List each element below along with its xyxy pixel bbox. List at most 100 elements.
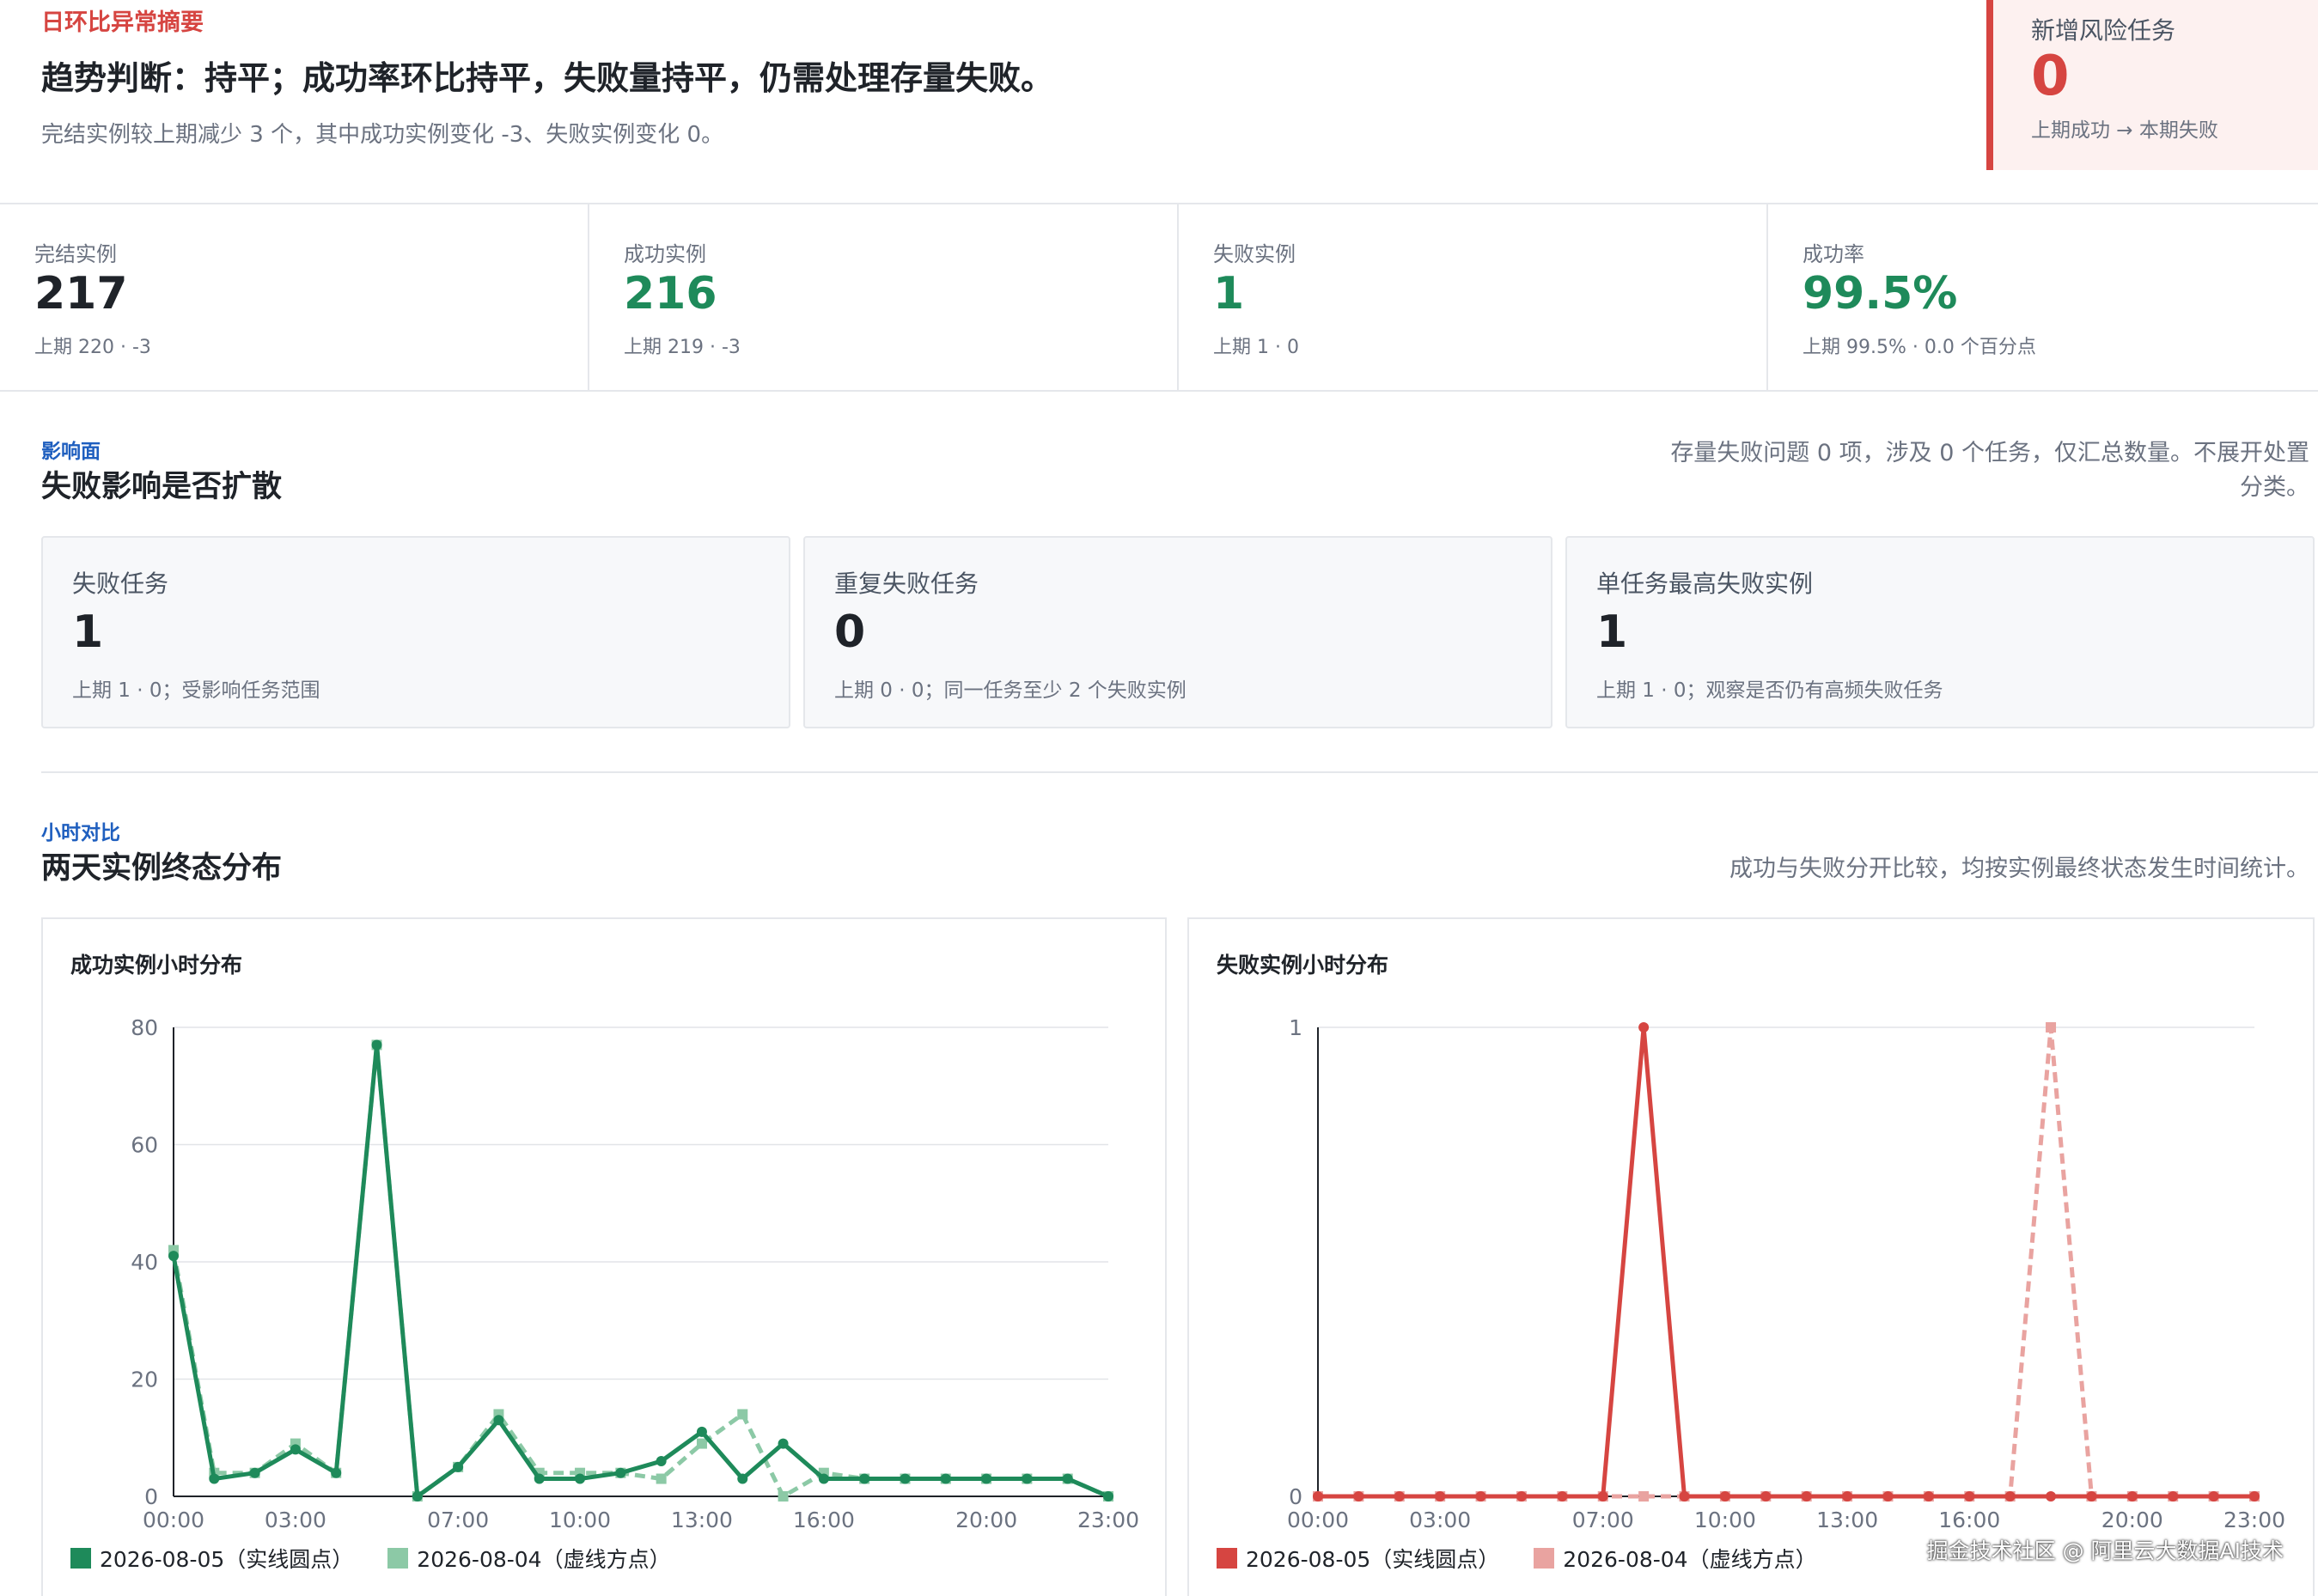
legend-label: 2026-08-04（虚线方点） <box>1563 1547 1817 1572</box>
kpi-failed: 失败实例 1 上期 1 · 0 <box>1179 204 1768 390</box>
kpi-label: 成功率 <box>1803 242 1864 266</box>
new-risk-value: 0 <box>2031 45 2070 108</box>
data-point <box>1679 1491 1690 1502</box>
y-tick-label: 1 <box>1289 1015 1302 1040</box>
kpi-sub: 上期 99.5% · 0.0 个百分点 <box>1803 337 2036 358</box>
success-hourly-chart: 0 20 40 60 80 00:00 03:00 07:00 10:00 13:00 16:00 2… <box>131 1015 1139 1532</box>
data-point <box>1353 1491 1364 1502</box>
y-tick-label: 20 <box>131 1368 158 1392</box>
legend-item[interactable]: 2026-08-04（虚线方点） <box>387 1543 671 1574</box>
x-tick-label: 23:00 <box>1077 1508 1139 1532</box>
impact-note-line2: 分类。 <box>2240 474 2309 501</box>
data-point <box>209 1473 220 1484</box>
legend-swatch <box>387 1548 409 1569</box>
y-tick-label: 80 <box>131 1015 158 1040</box>
data-point <box>778 1491 789 1502</box>
impact-note-line1: 存量失败问题 0 项，涉及 0 个任务，仅汇总数量。不展开处置 <box>1670 440 2309 466</box>
kpi-success: 成功实例 216 上期 219 · -3 <box>589 204 1179 390</box>
data-point <box>818 1473 829 1484</box>
x-tick-label: 10:00 <box>549 1508 611 1532</box>
impact-card-label: 单任务最高失败实例 <box>1596 570 1814 598</box>
summary-eyebrow: 日环比异常摘要 <box>41 9 204 36</box>
kpi-label: 成功实例 <box>624 242 706 266</box>
x-tick-label: 07:00 <box>427 1508 489 1532</box>
impact-card-repeat-failed: 重复失败任务 0 上期 0 · 0；同一任务至少 2 个失败实例 <box>803 536 1552 728</box>
kpi-sub: 上期 219 · -3 <box>624 337 741 358</box>
data-point <box>1638 1491 1650 1502</box>
data-point <box>168 1251 179 1262</box>
impact-card-failed-tasks: 失败任务 1 上期 1 · 0；受影响任务范围 <box>41 536 790 728</box>
summary-header: 日环比异常摘要 趋势判断：持平；成功率环比持平，失败量持平，仍需处理存量失败。 … <box>0 0 2318 204</box>
kpi-value: 217 <box>34 268 128 320</box>
impact-note: 存量失败问题 0 项，涉及 0 个任务，仅汇总数量。不展开处置 分类。 <box>1670 436 2309 505</box>
failed-chart-card: 失败实例小时分布 0 1 00:00 03:00 07:00 10:00 13:00 16:0… <box>1187 917 2315 1596</box>
chart-legend: 2026-08-05（实线圆点） 2026-08-04（虚线方点） <box>1217 1543 1851 1574</box>
data-point <box>696 1426 707 1437</box>
failed-hourly-chart: 0 1 00:00 03:00 07:00 10:00 13:00 16:00 20:00 23:… <box>1287 1015 2285 1532</box>
impact-card-label: 重复失败任务 <box>834 570 979 598</box>
impact-card-sub: 上期 1 · 0；受影响任务范围 <box>72 679 320 702</box>
y-tick-label: 0 <box>144 1484 158 1509</box>
data-point <box>1801 1491 1812 1502</box>
data-point <box>1923 1491 1934 1502</box>
data-point <box>331 1467 342 1478</box>
series-line <box>171 1042 1109 1499</box>
legend-swatch <box>1217 1548 1237 1569</box>
x-tick-label: 07:00 <box>1572 1508 1634 1532</box>
series-line <box>1318 1025 2254 1499</box>
kpi-value: 216 <box>624 268 717 320</box>
kpi-row: 完结实例 217 上期 220 · -3 成功实例 216 上期 219 · -… <box>0 204 2318 392</box>
data-point <box>778 1438 789 1449</box>
data-point <box>696 1438 707 1449</box>
new-risk-card: 新增风险任务 0 上期成功 → 本期失败 <box>1986 0 2318 170</box>
kpi-value: 1 <box>1213 268 1245 320</box>
data-point <box>1103 1491 1113 1502</box>
data-point <box>1760 1491 1772 1502</box>
legend-item[interactable]: 2026-08-04（虚线方点） <box>1534 1543 1817 1574</box>
data-point <box>371 1039 382 1051</box>
data-point <box>1638 1022 1650 1033</box>
data-point <box>1719 1491 1730 1502</box>
series-line <box>1318 1025 2254 1499</box>
legend-label: 2026-08-05（实线圆点） <box>100 1547 354 1572</box>
kpi-label: 完结实例 <box>34 242 117 266</box>
kpi-finished: 完结实例 217 上期 220 · -3 <box>0 204 589 390</box>
data-point <box>2249 1491 2260 1502</box>
series-line <box>171 1042 1109 1499</box>
legend-item[interactable]: 2026-08-05（实线圆点） <box>70 1543 353 1574</box>
data-point <box>1475 1491 1486 1502</box>
data-point <box>940 1473 951 1484</box>
data-point <box>534 1473 545 1484</box>
data-point <box>453 1461 464 1472</box>
impact-card-value: 0 <box>834 606 866 658</box>
kpi-label: 失败实例 <box>1213 242 1296 266</box>
data-point <box>2126 1491 2138 1502</box>
kpi-sub: 上期 220 · -3 <box>34 337 151 358</box>
legend-label: 2026-08-05（实线圆点） <box>1246 1547 1500 1572</box>
new-risk-desc: 上期成功 → 本期失败 <box>2031 119 2218 142</box>
impact-eyebrow: 影响面 <box>41 441 101 463</box>
x-tick-label: 00:00 <box>143 1508 204 1532</box>
x-tick-label: 13:00 <box>671 1508 733 1532</box>
data-point <box>2004 1491 2016 1502</box>
x-tick-label: 03:00 <box>1409 1508 1471 1532</box>
impact-card-value: 1 <box>72 606 104 658</box>
data-point <box>412 1491 423 1502</box>
data-point <box>1313 1491 1323 1502</box>
hourly-title: 两天实例终态分布 <box>41 851 283 886</box>
impact-card-sub: 上期 1 · 0；观察是否仍有高频失败任务 <box>1596 679 1943 702</box>
data-point <box>2086 1491 2097 1502</box>
impact-card-value: 1 <box>1596 606 1628 658</box>
data-point <box>900 1473 911 1484</box>
hourly-eyebrow: 小时对比 <box>41 822 120 844</box>
data-point <box>249 1467 260 1478</box>
legend-item[interactable]: 2026-08-05（实线圆点） <box>1217 1543 1499 1574</box>
y-tick-label: 60 <box>131 1133 158 1158</box>
summary-subline: 完结实例较上期减少 3 个，其中成功实例变化 -3、失败实例变化 0。 <box>41 122 724 148</box>
x-tick-label: 23:00 <box>2223 1508 2285 1532</box>
x-tick-label: 20:00 <box>955 1508 1017 1532</box>
y-tick-label: 0 <box>1289 1484 1302 1509</box>
data-point <box>2208 1491 2219 1502</box>
data-point <box>2168 1491 2179 1502</box>
data-point <box>1022 1473 1033 1484</box>
